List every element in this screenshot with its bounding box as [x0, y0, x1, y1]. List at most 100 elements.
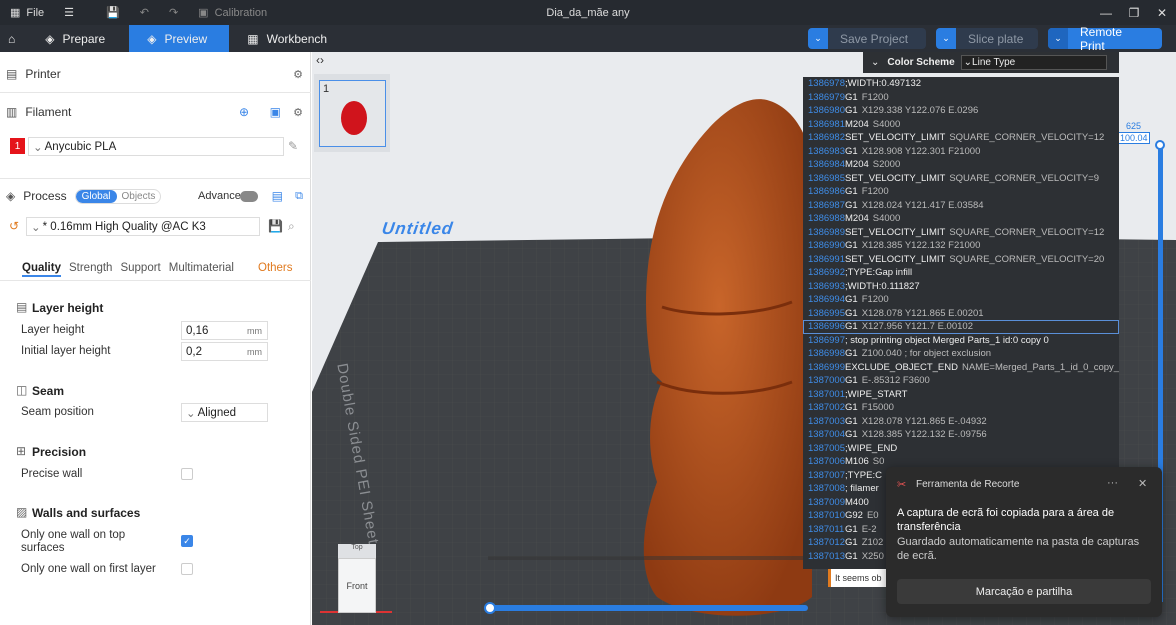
- filament-color-badge[interactable]: 1: [10, 138, 25, 154]
- gcode-line[interactable]: 1386984 M204 S2000: [803, 158, 1119, 172]
- horizontal-slider[interactable]: [488, 605, 808, 611]
- settings-sliders-icon[interactable]: ⚙: [293, 68, 303, 81]
- layers-icon: ◈: [147, 31, 157, 46]
- filament-select[interactable]: ⌄ Anycubic PLA: [28, 137, 284, 156]
- gcode-line[interactable]: 1386978 ;WIDTH:0.497132: [803, 77, 1119, 91]
- gcode-line[interactable]: 1386999 EXCLUDE_OBJECT_END NAME=Merged_Par…: [803, 361, 1119, 375]
- slice-plate-button[interactable]: ⌄ Slice plate: [936, 28, 1038, 49]
- view-cube[interactable]: Top Front: [338, 544, 376, 618]
- tab-multimaterial[interactable]: Multimaterial: [169, 262, 234, 277]
- gcode-line[interactable]: 1387002 G1 F15000: [803, 401, 1119, 415]
- close-icon[interactable]: ✕: [1138, 477, 1147, 490]
- tab-preview[interactable]: ◈ Preview: [129, 25, 230, 52]
- edit-icon[interactable]: ✎: [288, 139, 298, 153]
- save-profile-icon[interactable]: 💾: [268, 219, 283, 233]
- objects-toggle[interactable]: Objects: [117, 190, 161, 203]
- gcode-line[interactable]: 1386988 M204 S4000: [803, 212, 1119, 226]
- plate-thumbnail[interactable]: 1: [319, 80, 386, 147]
- collapse-sidebar-icon[interactable]: ‹›: [316, 53, 324, 67]
- undo-button[interactable]: ↶: [130, 6, 159, 19]
- gcode-line[interactable]: 1386992 ;TYPE:Gap infill: [803, 266, 1119, 280]
- home-button[interactable]: ⌂: [0, 25, 23, 52]
- reset-icon[interactable]: ↺: [9, 219, 19, 233]
- gcode-line[interactable]: 1386995 G1 X128.078 Y121.865 E.00201: [803, 307, 1119, 321]
- settings-sliders-icon[interactable]: ⚙: [293, 106, 303, 119]
- remote-print-button[interactable]: ⌄ Remote Print: [1048, 25, 1162, 53]
- gcode-line[interactable]: 1386987 G1 X128.024 Y121.417 E.03584: [803, 199, 1119, 213]
- advance-toggle[interactable]: [240, 190, 258, 202]
- tab-prepare[interactable]: ◈ Prepare: [23, 25, 129, 52]
- search-icon[interactable]: ⌕: [288, 219, 295, 234]
- tab-workbench[interactable]: ▦ Workbench: [229, 25, 345, 52]
- precise-wall-checkbox[interactable]: [181, 468, 193, 480]
- calibration-menu[interactable]: ▣ Calibration: [188, 6, 277, 20]
- save-project-button[interactable]: ⌄ Save Project: [808, 28, 926, 49]
- gcode-line[interactable]: 1386982 SET_VELOCITY_LIMIT SQUARE_CORNER_V…: [803, 131, 1119, 145]
- tab-support[interactable]: Support: [120, 262, 160, 277]
- more-options-icon[interactable]: ···: [1107, 477, 1118, 489]
- gcode-command: G1: [845, 523, 858, 535]
- initial-layer-height-input[interactable]: 0,2 mm: [181, 342, 268, 361]
- gcode-line[interactable]: 1386996 G1 X127.956 Y121.7 E.00102: [803, 320, 1119, 334]
- redo-button[interactable]: ↷: [159, 6, 188, 19]
- save-toolbar-button[interactable]: 💾: [96, 6, 130, 19]
- edit-filament-icon[interactable]: ▣: [270, 105, 281, 119]
- add-filament-icon[interactable]: ⊕: [239, 105, 249, 119]
- gcode-line[interactable]: 1386980 G1 X129.338 Y122.076 E.0296: [803, 104, 1119, 118]
- layer-height-input[interactable]: 0,16 mm: [181, 321, 268, 340]
- tab-strength[interactable]: Strength: [69, 262, 112, 277]
- process-profile-select[interactable]: ⌄ * 0.16mm High Quality @AC K3: [26, 217, 260, 236]
- gcode-args: X129.338 Y122.076 E.0296: [861, 105, 979, 117]
- gcode-line[interactable]: 1386989 SET_VELOCITY_LIMIT SQUARE_CORNER_V…: [803, 226, 1119, 240]
- gcode-line[interactable]: 1386979 G1 F1200: [803, 91, 1119, 105]
- copy-icon[interactable]: ⧉: [295, 190, 303, 203]
- gcode-line[interactable]: 1386994 G1 F1200: [803, 293, 1119, 307]
- chevron-down-icon[interactable]: ⌄: [936, 28, 956, 49]
- seam-position-select[interactable]: ⌄ Aligned: [181, 403, 268, 422]
- tab-others[interactable]: Others: [258, 262, 293, 274]
- gcode-line[interactable]: 1387001 ;WIPE_START: [803, 388, 1119, 402]
- markup-share-button[interactable]: Marcação e partilha: [897, 579, 1151, 604]
- gcode-command: SET_VELOCITY_LIMIT: [845, 226, 946, 238]
- minimize-icon[interactable]: —: [1092, 0, 1120, 25]
- gcode-line[interactable]: 1387004 G1 X128.385 Y122.132 E-.09756: [803, 428, 1119, 442]
- cube-icon: ◈: [45, 31, 55, 46]
- gcode-line[interactable]: 1386990 G1 X128.385 Y122.132 F21000: [803, 239, 1119, 253]
- gcode-line[interactable]: 1386981 M204 S4000: [803, 118, 1119, 132]
- gcode-line[interactable]: 1386986 G1 F1200: [803, 185, 1119, 199]
- gcode-line[interactable]: 1386993 ;WIDTH:0.111827: [803, 280, 1119, 294]
- gcode-line-number: 1386992: [808, 267, 845, 279]
- gcode-line-number: 1387009: [808, 496, 845, 508]
- color-scheme-select[interactable]: ⌄ Line Type: [960, 55, 1107, 70]
- chevron-down-icon[interactable]: ⌄: [1048, 28, 1068, 49]
- hamburger-menu[interactable]: ☰: [54, 6, 84, 19]
- chevron-down-icon[interactable]: ⌄: [808, 28, 828, 49]
- gcode-line[interactable]: 1386983 G1 X128.908 Y122.301 F21000: [803, 145, 1119, 159]
- snipping-tool-notification[interactable]: ✂ Ferramenta de Recorte ··· ✕ A captura …: [886, 467, 1162, 617]
- gcode-line-number: 1387010: [808, 510, 845, 522]
- tab-quality[interactable]: Quality: [22, 262, 61, 277]
- toast-app-name: Ferramenta de Recorte: [916, 479, 1020, 490]
- model-mesh[interactable]: [643, 99, 812, 616]
- printer-section[interactable]: ▤ Printer ⚙: [0, 64, 311, 84]
- divider: [0, 92, 311, 93]
- global-objects-toggle[interactable]: Global Objects: [74, 188, 162, 204]
- file-menu[interactable]: ▦ File: [0, 6, 54, 20]
- one-wall-top-checkbox[interactable]: ✓: [181, 535, 193, 547]
- gcode-line[interactable]: 1387000 G1 E-.85312 F3600: [803, 374, 1119, 388]
- close-icon[interactable]: ✕: [1148, 0, 1176, 25]
- gcode-line[interactable]: 1386998 G1 Z100.040 ; for object exclusion: [803, 347, 1119, 361]
- gcode-line[interactable]: 1386997; stop printing object Merged Par…: [803, 334, 1119, 348]
- gcode-line[interactable]: 1387003 G1 X128.078 Y121.865 E-.04932: [803, 415, 1119, 429]
- gcode-line[interactable]: 1387005 ;WIPE_END: [803, 442, 1119, 456]
- gcode-line[interactable]: 1386991 SET_VELOCITY_LIMIT SQUARE_CORNER_V…: [803, 253, 1119, 267]
- snipping-tool-icon: ✂: [897, 479, 907, 491]
- gcode-line[interactable]: 1386985 SET_VELOCITY_LIMIT SQUARE_CORNER_V…: [803, 172, 1119, 186]
- compare-icon[interactable]: ▤: [272, 189, 283, 203]
- one-wall-first-checkbox[interactable]: [181, 563, 193, 575]
- restore-icon[interactable]: ❐: [1120, 0, 1148, 25]
- chevron-down-icon[interactable]: ⌄: [863, 57, 887, 68]
- gcode-command: M400: [845, 496, 869, 508]
- global-toggle[interactable]: Global: [75, 189, 117, 203]
- layer-height-icon: ▤: [16, 300, 28, 314]
